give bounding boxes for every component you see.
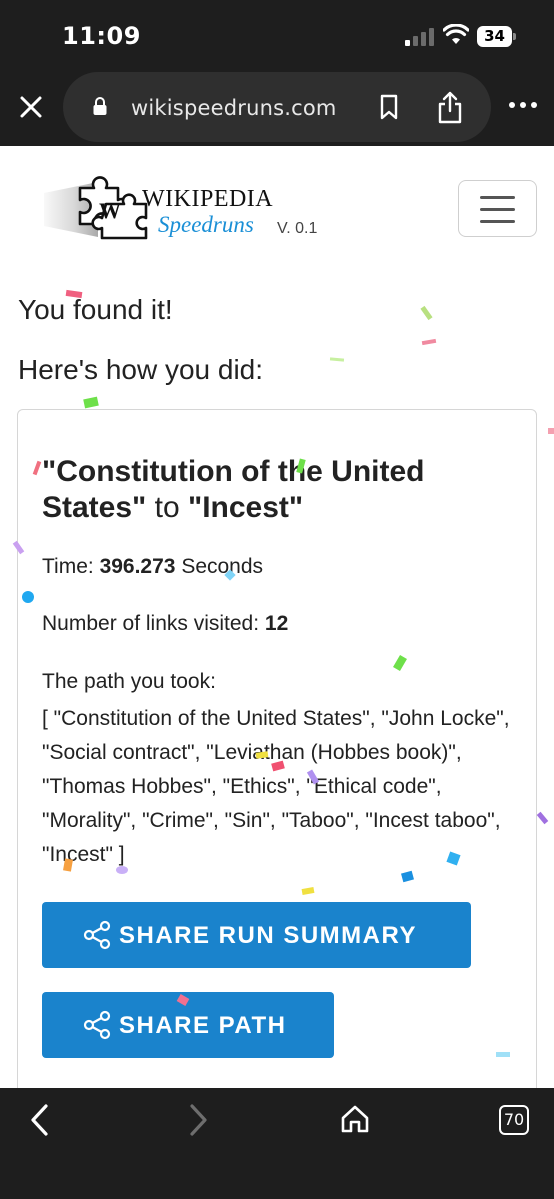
bookmark-icon[interactable] — [378, 94, 400, 120]
url-text[interactable]: wikispeedruns.com — [131, 96, 337, 120]
title-connector: to — [146, 491, 188, 524]
battery-icon: 34 — [477, 26, 517, 47]
status-bar: 11:09 34 — [0, 0, 554, 70]
lock-icon — [93, 97, 107, 115]
logo-speedruns-text: Speedruns — [158, 212, 254, 237]
path-label: The path you took: — [42, 670, 216, 693]
share-run-summary-button[interactable]: SHARE RUN SUMMARY — [42, 902, 471, 968]
confetti-piece — [329, 357, 345, 362]
share-run-summary-label: SHARE RUN SUMMARY — [119, 922, 417, 949]
confetti-piece — [83, 396, 99, 409]
share-nodes-icon — [83, 920, 111, 950]
hamburger-menu-button[interactable] — [458, 180, 537, 237]
puzzle-globe-icon: W — [78, 176, 148, 240]
more-options-icon[interactable] — [507, 100, 539, 110]
links-value: 12 — [264, 612, 289, 635]
status-time: 11:09 — [62, 22, 141, 50]
browser-toolbar: wikispeedruns.com — [0, 70, 554, 146]
found-heading: You found it! — [18, 294, 173, 325]
path-list: [ "Constitution of the United States", "… — [42, 707, 510, 866]
time-stat: Time: 396.273 Seconds — [42, 555, 263, 579]
links-stat: Number of links visited: 12 — [42, 612, 288, 636]
results-card: "Constitution of the United States" to "… — [17, 409, 537, 1088]
version-label: V. 0.1 — [277, 220, 318, 237]
site-logo[interactable]: W WIKIPEDIA Speedruns V. 0.1 — [38, 174, 338, 244]
cellular-signal-icon — [405, 28, 435, 46]
forward-arrow-icon[interactable] — [186, 1102, 210, 1138]
end-article: "Incest" — [187, 491, 304, 524]
browser-bottom-bar: 70 — [0, 1088, 554, 1199]
confetti-piece — [548, 428, 554, 434]
time-unit: Seconds — [175, 555, 264, 578]
results-heading: Here's how you did: — [18, 354, 264, 385]
share-nodes-icon — [83, 1010, 111, 1040]
address-bar[interactable]: wikispeedruns.com — [63, 72, 491, 142]
page-content: W WIKIPEDIA Speedruns V. 0.1 You found i… — [0, 146, 554, 1088]
confetti-piece — [536, 811, 549, 825]
home-icon[interactable] — [340, 1104, 370, 1134]
links-label: Number of links visited: — [42, 612, 265, 635]
tab-switcher-button[interactable]: 70 — [499, 1105, 529, 1135]
battery-level: 34 — [477, 26, 512, 47]
confetti-piece — [421, 338, 437, 346]
back-arrow-icon[interactable] — [28, 1102, 52, 1138]
logo-wikipedia-text: WIKIPEDIA — [142, 186, 274, 212]
share-icon[interactable] — [435, 90, 465, 124]
share-path-button[interactable]: SHARE PATH — [42, 992, 334, 1058]
share-path-label: SHARE PATH — [119, 1012, 287, 1039]
time-value: 396.273 — [99, 555, 176, 578]
close-icon[interactable] — [16, 92, 46, 122]
svg-text:W: W — [99, 198, 121, 223]
confetti-piece — [420, 305, 433, 321]
time-label: Time: — [42, 555, 100, 578]
wifi-icon — [443, 24, 469, 44]
run-title: "Constitution of the United States" to "… — [42, 454, 502, 526]
